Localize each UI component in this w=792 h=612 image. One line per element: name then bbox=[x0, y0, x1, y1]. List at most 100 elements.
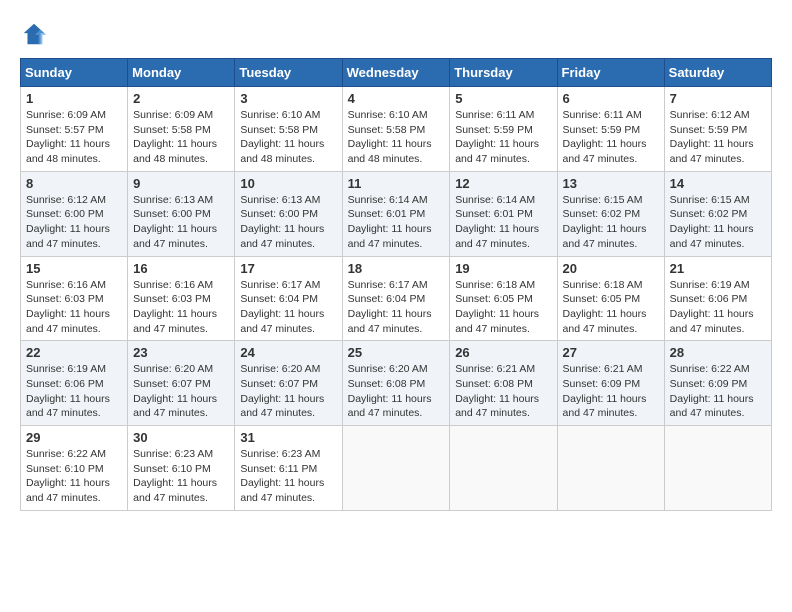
day-number: 20 bbox=[563, 261, 659, 276]
day-number: 16 bbox=[133, 261, 229, 276]
sunrise-label: Sunrise: 6:16 AM bbox=[26, 279, 106, 291]
day-number: 26 bbox=[455, 345, 551, 360]
calendar-cell: 5 Sunrise: 6:11 AM Sunset: 5:59 PM Dayli… bbox=[450, 87, 557, 172]
day-info: Sunrise: 6:12 AM Sunset: 6:00 PM Dayligh… bbox=[26, 193, 122, 252]
calendar-week-3: 15 Sunrise: 6:16 AM Sunset: 6:03 PM Dayl… bbox=[21, 256, 772, 341]
day-info: Sunrise: 6:19 AM Sunset: 6:06 PM Dayligh… bbox=[670, 278, 766, 337]
daylight-minutes: and 47 minutes. bbox=[133, 238, 208, 250]
header-day-saturday: Saturday bbox=[664, 59, 771, 87]
day-info: Sunrise: 6:15 AM Sunset: 6:02 PM Dayligh… bbox=[670, 193, 766, 252]
day-info: Sunrise: 6:11 AM Sunset: 5:59 PM Dayligh… bbox=[563, 108, 659, 167]
daylight-label: Daylight: 11 hours bbox=[348, 393, 432, 405]
header-day-tuesday: Tuesday bbox=[235, 59, 342, 87]
day-info: Sunrise: 6:16 AM Sunset: 6:03 PM Dayligh… bbox=[26, 278, 122, 337]
daylight-label: Daylight: 11 hours bbox=[26, 477, 110, 489]
sunrise-label: Sunrise: 6:15 AM bbox=[670, 194, 750, 206]
calendar-cell: 31 Sunrise: 6:23 AM Sunset: 6:11 PM Dayl… bbox=[235, 426, 342, 511]
sunrise-label: Sunrise: 6:11 AM bbox=[455, 109, 534, 121]
sunset-label: Sunset: 6:06 PM bbox=[670, 293, 748, 305]
daylight-label: Daylight: 11 hours bbox=[348, 223, 432, 235]
calendar-cell: 29 Sunrise: 6:22 AM Sunset: 6:10 PM Dayl… bbox=[21, 426, 128, 511]
daylight-minutes: and 47 minutes. bbox=[26, 492, 101, 504]
daylight-label: Daylight: 11 hours bbox=[133, 223, 217, 235]
daylight-label: Daylight: 11 hours bbox=[563, 138, 647, 150]
daylight-label: Daylight: 11 hours bbox=[455, 223, 539, 235]
sunset-label: Sunset: 5:58 PM bbox=[240, 124, 318, 136]
day-info: Sunrise: 6:20 AM Sunset: 6:07 PM Dayligh… bbox=[133, 362, 229, 421]
day-number: 14 bbox=[670, 176, 766, 191]
daylight-label: Daylight: 11 hours bbox=[670, 138, 754, 150]
sunrise-label: Sunrise: 6:23 AM bbox=[240, 448, 320, 460]
sunrise-label: Sunrise: 6:15 AM bbox=[563, 194, 643, 206]
daylight-label: Daylight: 11 hours bbox=[240, 393, 324, 405]
daylight-minutes: and 47 minutes. bbox=[670, 323, 745, 335]
daylight-label: Daylight: 11 hours bbox=[455, 393, 539, 405]
sunset-label: Sunset: 5:59 PM bbox=[563, 124, 641, 136]
logo bbox=[20, 20, 52, 48]
calendar-cell: 19 Sunrise: 6:18 AM Sunset: 6:05 PM Dayl… bbox=[450, 256, 557, 341]
sunset-label: Sunset: 5:57 PM bbox=[26, 124, 104, 136]
sunset-label: Sunset: 5:59 PM bbox=[670, 124, 748, 136]
day-number: 15 bbox=[26, 261, 122, 276]
daylight-minutes: and 47 minutes. bbox=[563, 407, 638, 419]
daylight-minutes: and 48 minutes. bbox=[26, 153, 101, 165]
daylight-minutes: and 47 minutes. bbox=[240, 492, 315, 504]
day-number: 3 bbox=[240, 91, 336, 106]
sunrise-label: Sunrise: 6:14 AM bbox=[348, 194, 428, 206]
daylight-minutes: and 47 minutes. bbox=[240, 238, 315, 250]
day-info: Sunrise: 6:14 AM Sunset: 6:01 PM Dayligh… bbox=[348, 193, 445, 252]
daylight-label: Daylight: 11 hours bbox=[240, 223, 324, 235]
daylight-label: Daylight: 11 hours bbox=[670, 308, 754, 320]
page-header bbox=[20, 20, 772, 48]
calendar-cell: 28 Sunrise: 6:22 AM Sunset: 6:09 PM Dayl… bbox=[664, 341, 771, 426]
sunset-label: Sunset: 6:02 PM bbox=[563, 208, 641, 220]
daylight-minutes: and 47 minutes. bbox=[455, 323, 530, 335]
day-info: Sunrise: 6:09 AM Sunset: 5:57 PM Dayligh… bbox=[26, 108, 122, 167]
sunset-label: Sunset: 6:11 PM bbox=[240, 463, 317, 475]
sunrise-label: Sunrise: 6:19 AM bbox=[26, 363, 106, 375]
sunset-label: Sunset: 6:03 PM bbox=[26, 293, 104, 305]
day-number: 8 bbox=[26, 176, 122, 191]
daylight-label: Daylight: 11 hours bbox=[670, 223, 754, 235]
day-number: 27 bbox=[563, 345, 659, 360]
day-number: 28 bbox=[670, 345, 766, 360]
daylight-label: Daylight: 11 hours bbox=[26, 223, 110, 235]
daylight-minutes: and 47 minutes. bbox=[563, 238, 638, 250]
header-day-friday: Friday bbox=[557, 59, 664, 87]
day-info: Sunrise: 6:13 AM Sunset: 6:00 PM Dayligh… bbox=[133, 193, 229, 252]
sunset-label: Sunset: 6:01 PM bbox=[455, 208, 533, 220]
sunrise-label: Sunrise: 6:12 AM bbox=[26, 194, 106, 206]
calendar-cell: 9 Sunrise: 6:13 AM Sunset: 6:00 PM Dayli… bbox=[128, 171, 235, 256]
sunset-label: Sunset: 6:05 PM bbox=[563, 293, 641, 305]
day-number: 24 bbox=[240, 345, 336, 360]
logo-icon bbox=[20, 20, 48, 48]
sunset-label: Sunset: 5:58 PM bbox=[133, 124, 211, 136]
daylight-minutes: and 47 minutes. bbox=[455, 153, 530, 165]
daylight-label: Daylight: 11 hours bbox=[563, 308, 647, 320]
sunset-label: Sunset: 6:09 PM bbox=[563, 378, 641, 390]
calendar-cell: 11 Sunrise: 6:14 AM Sunset: 6:01 PM Dayl… bbox=[342, 171, 450, 256]
sunrise-label: Sunrise: 6:09 AM bbox=[133, 109, 213, 121]
calendar-cell: 21 Sunrise: 6:19 AM Sunset: 6:06 PM Dayl… bbox=[664, 256, 771, 341]
day-number: 7 bbox=[670, 91, 766, 106]
calendar-cell: 20 Sunrise: 6:18 AM Sunset: 6:05 PM Dayl… bbox=[557, 256, 664, 341]
calendar-cell: 13 Sunrise: 6:15 AM Sunset: 6:02 PM Dayl… bbox=[557, 171, 664, 256]
daylight-minutes: and 48 minutes. bbox=[240, 153, 315, 165]
sunrise-label: Sunrise: 6:14 AM bbox=[455, 194, 535, 206]
day-number: 23 bbox=[133, 345, 229, 360]
day-number: 31 bbox=[240, 430, 336, 445]
calendar-week-4: 22 Sunrise: 6:19 AM Sunset: 6:06 PM Dayl… bbox=[21, 341, 772, 426]
sunset-label: Sunset: 6:09 PM bbox=[670, 378, 748, 390]
day-number: 25 bbox=[348, 345, 445, 360]
calendar-cell: 25 Sunrise: 6:20 AM Sunset: 6:08 PM Dayl… bbox=[342, 341, 450, 426]
daylight-minutes: and 47 minutes. bbox=[670, 407, 745, 419]
sunrise-label: Sunrise: 6:21 AM bbox=[563, 363, 643, 375]
sunrise-label: Sunrise: 6:22 AM bbox=[670, 363, 750, 375]
day-info: Sunrise: 6:15 AM Sunset: 6:02 PM Dayligh… bbox=[563, 193, 659, 252]
sunrise-label: Sunrise: 6:22 AM bbox=[26, 448, 106, 460]
daylight-label: Daylight: 11 hours bbox=[563, 393, 647, 405]
daylight-label: Daylight: 11 hours bbox=[133, 393, 217, 405]
daylight-label: Daylight: 11 hours bbox=[455, 138, 539, 150]
header-day-wednesday: Wednesday bbox=[342, 59, 450, 87]
day-info: Sunrise: 6:18 AM Sunset: 6:05 PM Dayligh… bbox=[563, 278, 659, 337]
